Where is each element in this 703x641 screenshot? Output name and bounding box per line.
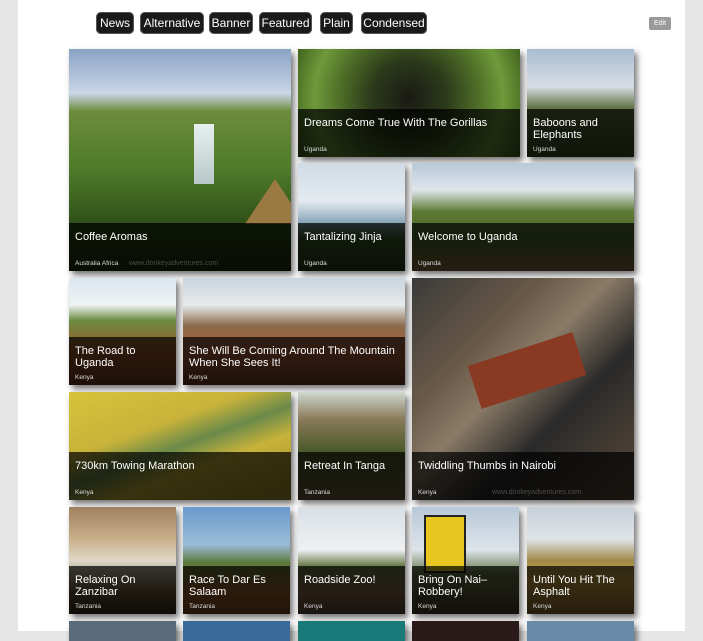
tile-retreat-tanga[interactable]: Retreat In Tanga Tanzania <box>298 392 405 500</box>
tile-title: Coffee Aromas <box>75 231 148 243</box>
tile-category[interactable]: Kenya <box>75 489 93 496</box>
caption-bar: Relaxing On Zanzibar Tanzania <box>69 566 176 614</box>
tile-title: The Road to Uganda <box>75 345 136 369</box>
tile-title: Baboons and Elephants <box>533 117 598 141</box>
tile-category[interactable]: Kenya <box>533 603 551 610</box>
tile-partial-2[interactable] <box>183 621 290 641</box>
tile-race-dar-es-salaam[interactable]: Race To Dar Es Salaam Tanzania <box>183 507 290 614</box>
tile-title: Dreams Come True With The Gorillas <box>304 117 488 129</box>
caption-bar: Roadside Zoo! Kenya <box>298 566 405 614</box>
tile-category[interactable]: Uganda <box>418 260 441 267</box>
tile-category[interactable]: Uganda <box>304 146 327 153</box>
tile-bring-on-nai-robbery[interactable]: Bring On Nai– Robbery! Kenya <box>412 507 519 614</box>
tile-coming-around-mountain[interactable]: She Will Be Coming Around The Mountain W… <box>183 278 405 385</box>
tab-plain[interactable]: Plain <box>320 12 353 34</box>
caption-bar: The Road to Uganda Kenya <box>69 337 176 385</box>
tab-banner[interactable]: Banner <box>209 12 253 34</box>
tile-category[interactable]: Tanzania <box>189 603 215 610</box>
caption-bar: 730km Towing Marathon Kenya <box>69 452 291 500</box>
caption-bar: Baboons and Elephants Uganda <box>527 109 634 157</box>
tile-category[interactable]: Kenya <box>189 374 207 381</box>
hut-roof-shape <box>245 179 291 224</box>
tile-gorillas[interactable]: Dreams Come True With The Gorillas Ugand… <box>298 49 520 157</box>
tile-category[interactable]: Kenya <box>418 489 436 496</box>
tile-baboons-elephants[interactable]: Baboons and Elephants Uganda <box>527 49 634 157</box>
tile-title: Retreat In Tanga <box>304 460 386 472</box>
tab-featured[interactable]: Featured <box>259 12 312 34</box>
tile-twiddling-thumbs[interactable]: Twiddling Thumbs in Nairobi Kenya www.do… <box>412 278 634 500</box>
caption-bar: Until You Hit The Asphalt Kenya <box>527 566 634 614</box>
tab-condensed[interactable]: Condensed <box>361 12 427 34</box>
tile-roadside-zoo[interactable]: Roadside Zoo! Kenya <box>298 507 405 614</box>
tile-partial-4[interactable] <box>412 621 519 641</box>
tile-partial-5[interactable] <box>527 621 634 641</box>
edit-button[interactable]: Edit <box>649 17 671 30</box>
tile-until-asphalt[interactable]: Until You Hit The Asphalt Kenya <box>527 507 634 614</box>
tab-news[interactable]: News <box>96 12 134 34</box>
tile-partial-1[interactable] <box>69 621 176 641</box>
waterfall-shape <box>194 124 214 184</box>
tile-road-to-uganda[interactable]: The Road to Uganda Kenya <box>69 278 176 385</box>
tile-category[interactable]: Australia Africa <box>75 260 118 267</box>
tile-partial-3[interactable] <box>298 621 405 641</box>
tile-title: Race To Dar Es Salaam <box>189 574 266 598</box>
caption-bar: Welcome to Uganda Uganda <box>412 223 634 271</box>
tile-coffee-aromas[interactable]: Coffee Aromas Australia Africa www.donke… <box>69 49 291 271</box>
tile-title: Tantalizing Jinja <box>304 231 382 243</box>
caption-bar: She Will Be Coming Around The Mountain W… <box>183 337 405 385</box>
tile-category[interactable]: Kenya <box>304 603 322 610</box>
caption-bar: Bring On Nai– Robbery! Kenya <box>412 566 519 614</box>
tile-welcome-uganda[interactable]: Welcome to Uganda Uganda <box>412 163 634 271</box>
tile-title: Roadside Zoo! <box>304 574 376 586</box>
tile-category[interactable]: Uganda <box>533 146 556 153</box>
tile-title: Twiddling Thumbs in Nairobi <box>418 460 556 472</box>
tab-alternative[interactable]: Alternative <box>140 12 204 34</box>
watermark: www.donkeyadventures.com <box>129 260 219 267</box>
watermark: www.donkeyadventures.com <box>492 489 582 496</box>
tile-title: 730km Towing Marathon <box>75 460 195 472</box>
tile-title: Until You Hit The Asphalt <box>533 574 615 598</box>
tile-category[interactable]: Uganda <box>304 260 327 267</box>
caption-bar: Tantalizing Jinja Uganda <box>298 223 405 271</box>
tile-title: Relaxing On Zanzibar <box>75 574 136 598</box>
caption-bar: Retreat In Tanga Tanzania <box>298 452 405 500</box>
tile-relaxing-zanzibar[interactable]: Relaxing On Zanzibar Tanzania <box>69 507 176 614</box>
tile-title: She Will Be Coming Around The Mountain W… <box>189 345 395 369</box>
caption-bar: Dreams Come True With The Gorillas Ugand… <box>298 109 520 157</box>
equator-sign-shape <box>424 515 466 573</box>
caption-bar: Race To Dar Es Salaam Tanzania <box>183 566 290 614</box>
tile-title: Bring On Nai– Robbery! <box>418 574 488 598</box>
tile-category[interactable]: Kenya <box>75 374 93 381</box>
tile-title: Welcome to Uganda <box>418 231 518 243</box>
tile-category[interactable]: Tanzania <box>304 489 330 496</box>
tile-towing-marathon[interactable]: 730km Towing Marathon Kenya <box>69 392 291 500</box>
tile-category[interactable]: Kenya <box>418 603 436 610</box>
tile-tantalizing-jinja[interactable]: Tantalizing Jinja Uganda <box>298 163 405 271</box>
tile-category[interactable]: Tanzania <box>75 603 101 610</box>
